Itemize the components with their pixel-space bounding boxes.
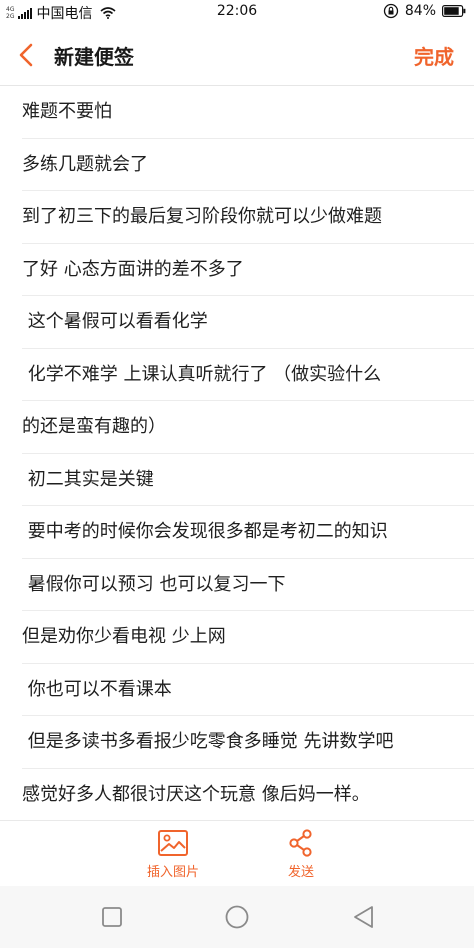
send-button[interactable]: 发送 (261, 829, 341, 880)
note-line[interactable]: 初二其实是关键 (22, 454, 474, 506)
note-line[interactable]: 难题不要怕 (22, 86, 474, 139)
note-line[interactable]: 到了初三下的最后复习阶段你就可以少做难题 (22, 191, 474, 244)
square-icon (102, 907, 122, 927)
note-line[interactable]: 化学不难学 上课认真听就行了 （做实验什么 (22, 349, 474, 401)
nav-home-button[interactable] (224, 904, 250, 930)
bottom-toolbar: 插入图片 发送 (0, 820, 474, 886)
triangle-back-icon (354, 906, 373, 928)
status-right: 84% (383, 3, 466, 19)
insert-image-button[interactable]: 插入图片 (133, 829, 213, 880)
done-button[interactable]: 完成 (414, 41, 454, 70)
page-title: 新建便签 (54, 45, 134, 69)
battery-percent: 84% (404, 3, 436, 19)
system-nav-bar (0, 886, 474, 948)
circle-icon (225, 905, 249, 929)
note-line[interactable]: 但是多读书多看报少吃零食多睡觉 先讲数学吧 (22, 716, 474, 769)
share-icon (289, 829, 312, 857)
note-line[interactable]: 要中考的时候你会发现很多都是考初二的知识 (22, 506, 474, 559)
note-line[interactable]: 的还是蛮有趣的） (22, 401, 474, 454)
insert-image-label: 插入图片 (146, 865, 199, 880)
note-line[interactable]: 了好 心态方面讲的差不多了 (22, 244, 474, 296)
image-icon (158, 830, 188, 856)
note-line[interactable]: 感觉好多人都很讨厌这个玩意 像后妈一样。 (22, 769, 474, 821)
note-line[interactable]: 但是劝你少看电视 少上网 (22, 611, 474, 664)
note-line[interactable]: 暑假你可以预习 也可以复习一下 (22, 559, 474, 611)
nav-back-button[interactable] (351, 904, 377, 930)
title-bar: 新建便签 完成 (0, 24, 474, 86)
status-bar: 4G 2G 中国电信 22:06 84% (0, 0, 474, 24)
nav-recent-apps-button[interactable] (99, 904, 125, 930)
battery-icon (442, 5, 466, 17)
note-line[interactable]: 这个暑假可以看看化学 (22, 296, 474, 349)
rotation-lock-icon (383, 3, 399, 19)
chevron-left-icon (19, 43, 33, 67)
note-editor[interactable]: 难题不要怕 多练几题就会了 到了初三下的最后复习阶段你就可以少做难题 了好 心态… (0, 86, 474, 820)
note-line[interactable]: 你也可以不看课本 (22, 664, 474, 716)
send-label: 发送 (287, 865, 314, 880)
back-button[interactable] (14, 42, 40, 68)
note-line[interactable]: 多练几题就会了 (22, 139, 474, 191)
